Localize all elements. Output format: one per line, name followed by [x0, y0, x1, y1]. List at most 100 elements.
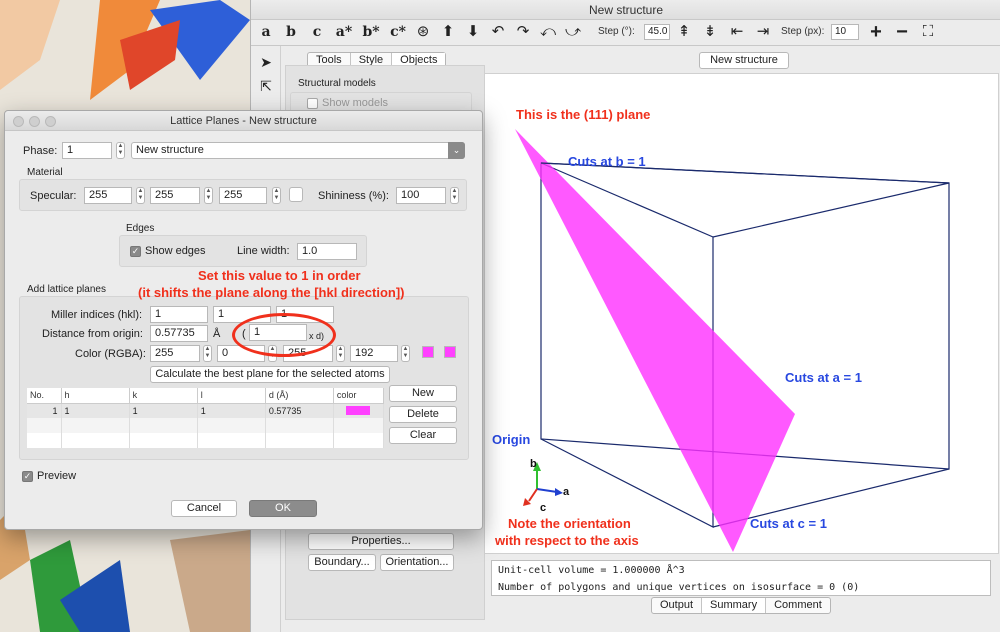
lattice-planes-table[interactable]: No. h k l d (Å) color 1 1 1 1 0.57735	[27, 388, 385, 448]
phase-input[interactable]: 1	[62, 142, 112, 159]
phase-label: Phase:	[23, 145, 58, 157]
step-deg-label: Step (°):	[598, 26, 635, 37]
show-models-checkbox[interactable]	[307, 98, 318, 109]
distance-input[interactable]: 0.57735	[150, 325, 208, 342]
table-row-empty	[27, 418, 385, 433]
tab-comment[interactable]: Comment	[766, 598, 830, 613]
cell-color	[333, 403, 385, 418]
specular-b-input[interactable]: 255	[219, 187, 267, 204]
show-edges-label: Show edges	[145, 245, 206, 257]
ok-button[interactable]: OK	[249, 500, 317, 517]
shininess-stepper[interactable]: ▲ ▼	[450, 187, 459, 204]
col-l: l	[197, 388, 266, 404]
unit-cell-drawing	[515, 129, 950, 552]
delete-plane-button[interactable]: Delete	[389, 406, 457, 423]
axis-b-button[interactable]: b	[282, 20, 300, 44]
tab-summary[interactable]: Summary	[702, 598, 767, 613]
specular-r-stepper[interactable]: ▲ ▼	[136, 187, 145, 204]
axis-a-star-button[interactable]: a*	[333, 20, 355, 44]
color-b-stepper[interactable]: ▲ ▼	[336, 345, 345, 362]
zoom-out-icon[interactable]: −	[894, 22, 910, 42]
properties-button[interactable]: Properties...	[308, 533, 454, 550]
close-icon[interactable]	[13, 116, 24, 127]
col-no: No.	[27, 388, 62, 404]
step-deg-input[interactable]: 45.0	[644, 24, 670, 40]
step-px-input[interactable]: 10	[831, 24, 859, 40]
tab-output[interactable]: Output	[652, 598, 703, 613]
plane-color-swatch-alt[interactable]	[444, 346, 456, 358]
chevron-down-icon[interactable]: ⌄	[448, 142, 465, 159]
color-rgba-label: Color (RGBA):	[75, 348, 146, 360]
axis-c-button[interactable]: c	[308, 20, 326, 44]
orientation-button[interactable]: Orientation...	[380, 554, 454, 571]
specular-label: Specular:	[30, 190, 77, 202]
zoom-icon[interactable]	[45, 116, 56, 127]
axis-c-star-button[interactable]: c*	[387, 20, 409, 44]
minimize-icon[interactable]	[29, 116, 40, 127]
shininess-label: Shininess (%):	[318, 190, 389, 202]
specular-g-stepper[interactable]: ▲ ▼	[204, 187, 213, 204]
table-row[interactable]: 1 1 1 1 0.57735	[27, 403, 385, 418]
main-window-title: New structure	[251, 0, 1000, 20]
annotation-plane: This is the (111) plane	[516, 107, 651, 122]
cancel-button[interactable]: Cancel	[171, 500, 237, 517]
select-alt-arrow-icon[interactable]: ⇱	[258, 78, 274, 94]
edges-group: ✓ Show edges Line width: 1.0	[119, 235, 367, 267]
phase-select[interactable]: New structure	[131, 142, 465, 159]
show-edges-checkbox[interactable]: ✓	[130, 246, 141, 257]
color-a-stepper[interactable]: ▲ ▼	[401, 345, 410, 362]
step-px-label: Step (px):	[781, 26, 825, 37]
annotation-origin: Origin	[492, 432, 531, 447]
shininess-input[interactable]: 100	[396, 187, 446, 204]
translate-down-icon[interactable]: ⇟	[702, 24, 718, 40]
specular-color-swatch[interactable]	[289, 187, 303, 202]
color-r-stepper[interactable]: ▲ ▼	[203, 345, 212, 362]
annotation-note-2: with respect to the axis	[495, 533, 639, 548]
viewport-tab[interactable]: New structure	[699, 52, 789, 69]
axis-label-b: b	[530, 458, 537, 470]
rotate-up-icon[interactable]: ⬆	[438, 24, 458, 40]
translate-left-icon[interactable]: ⇤	[728, 24, 746, 40]
plane-color-swatch[interactable]	[422, 346, 434, 358]
translate-right-icon[interactable]: ⇥	[754, 24, 772, 40]
select-arrow-icon[interactable]: ➤	[258, 54, 274, 70]
boundary-button[interactable]: Boundary...	[308, 554, 376, 571]
annotation-set-value-1: Set this value to 1 in order	[198, 268, 361, 283]
annotation-cut-c: Cuts at c = 1	[750, 516, 827, 531]
table-row-empty	[27, 433, 385, 448]
zoom-in-icon[interactable]: +	[868, 22, 884, 42]
cell-l: 1	[197, 403, 266, 418]
rotate-right-icon[interactable]: ↷	[513, 24, 533, 40]
output-panel[interactable]: Unit-cell volume = 1.000000 Å^3 Number o…	[491, 560, 991, 596]
calculate-best-plane-button[interactable]: Calculate the best plane for the selecte…	[150, 366, 390, 383]
specular-r-input[interactable]: 255	[84, 187, 132, 204]
standard-orientation-icon[interactable]: ⊛	[413, 24, 433, 40]
specular-g-input[interactable]: 255	[150, 187, 200, 204]
line-width-input[interactable]: 1.0	[297, 243, 357, 260]
miller-h-input[interactable]: 1	[150, 306, 208, 323]
axis-a-button[interactable]: a	[257, 20, 275, 44]
annotation-note-1: Note the orientation	[508, 516, 631, 531]
line-width-label: Line width:	[237, 245, 290, 257]
color-a-input[interactable]: 192	[350, 345, 398, 362]
axis-label-a: a	[563, 486, 570, 498]
preview-label: Preview	[37, 470, 77, 482]
axis-b-star-button[interactable]: b*	[360, 20, 382, 44]
specular-b-stepper[interactable]: ▲ ▼	[272, 187, 281, 204]
rotate-cw-icon[interactable]: ⤻	[563, 24, 583, 40]
rotate-ccw-icon[interactable]: ⤺	[538, 24, 558, 40]
structure-viewport[interactable]	[484, 73, 999, 554]
new-plane-button[interactable]: New	[389, 385, 457, 402]
fit-to-screen-icon[interactable]: ⛶	[919, 24, 937, 40]
cell-h: 1	[61, 403, 130, 418]
phase-stepper[interactable]: ▲ ▼	[116, 142, 125, 159]
translate-up-icon[interactable]: ⇞	[676, 24, 692, 40]
rotate-down-icon[interactable]: ⬇	[463, 24, 483, 40]
clear-planes-button[interactable]: Clear	[389, 427, 457, 444]
show-models-label: Show models	[322, 97, 389, 109]
color-r-input[interactable]: 255	[150, 345, 200, 362]
preview-checkbox[interactable]: ✓	[22, 471, 33, 482]
annotation-cut-b: Cuts at b = 1	[568, 154, 646, 169]
miller-indices-label: Miller indices (hkl):	[51, 309, 143, 321]
rotate-left-icon[interactable]: ↶	[488, 24, 508, 40]
